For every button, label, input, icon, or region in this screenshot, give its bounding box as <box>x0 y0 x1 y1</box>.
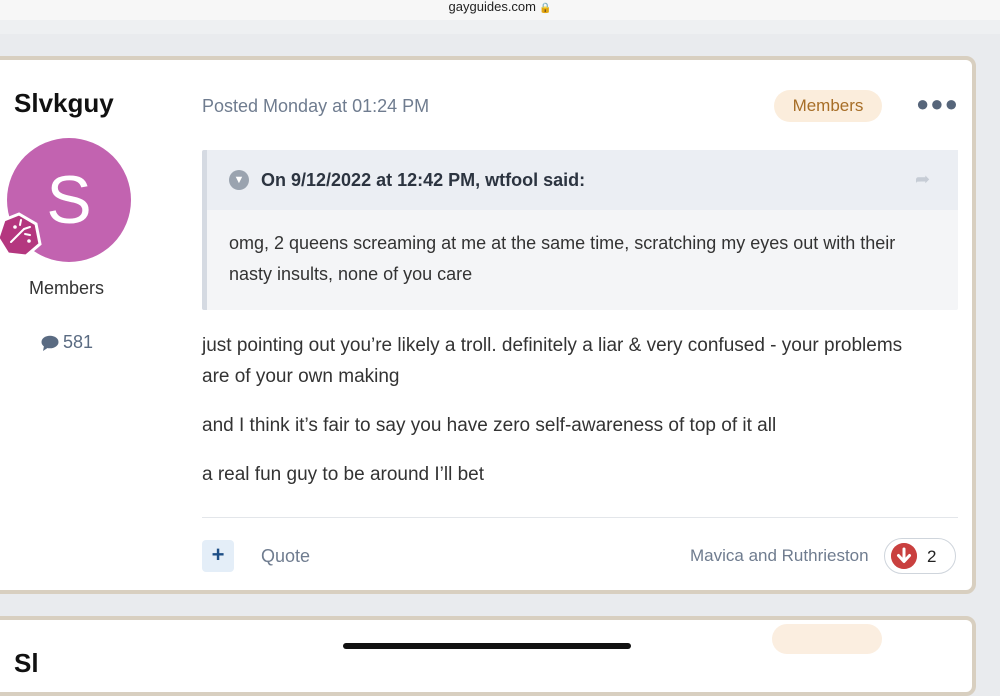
status-badge <box>772 624 882 654</box>
post-content: just pointing out you’re likely a troll.… <box>202 330 922 508</box>
post-author-name[interactable]: Sl <box>14 648 39 679</box>
quote-text: omg, 2 queens screaming at me at the sam… <box>229 233 896 284</box>
multiquote-button[interactable]: + <box>202 540 234 572</box>
post-count[interactable]: 581 <box>41 332 93 353</box>
post-paragraph: a real fun guy to be around I’ll bet <box>202 464 485 485</box>
post-paragraph: just pointing out you’re likely a troll.… <box>202 335 903 387</box>
status-badge: Members <box>774 90 882 122</box>
forum-post: Slvkguy S Members 581 Posted Monday at 0… <box>0 56 976 594</box>
divider <box>202 517 958 518</box>
share-arrow-icon[interactable]: ➦ <box>915 169 930 190</box>
more-options-icon[interactable]: ●●● <box>916 93 959 115</box>
reaction-users[interactable]: Mavica and Ruthrieston <box>690 546 869 566</box>
next-forum-post: Sl <box>0 616 976 696</box>
lock-icon: 🔒 <box>539 3 552 14</box>
reaction-count: 2 <box>927 547 937 566</box>
chevron-down-icon[interactable]: ▼ <box>229 170 249 190</box>
author-group: Members <box>29 278 105 298</box>
post-timestamp[interactable]: Posted Monday at 01:24 PM <box>202 96 429 117</box>
post-paragraph: and I think it’s fair to say you have ze… <box>202 415 777 436</box>
url-text: gayguides.com <box>448 0 536 14</box>
post-count-value: 581 <box>63 332 94 352</box>
quote-button[interactable]: Quote <box>261 546 310 567</box>
rank-badge-icon <box>0 212 42 258</box>
quote-block: ▼ On 9/12/2022 at 12:42 PM, wtfool said:… <box>202 150 958 310</box>
post-author-name[interactable]: Slvkguy <box>14 88 114 119</box>
comment-icon <box>41 335 59 352</box>
quote-citation: On 9/12/2022 at 12:42 PM, wtfool said: <box>261 170 586 190</box>
home-indicator[interactable] <box>343 643 631 649</box>
thumbs-down-arrow-icon <box>891 543 917 569</box>
reaction-button[interactable]: 2 <box>884 538 956 574</box>
browser-url-bar[interactable]: gayguides.com 🔒 <box>0 0 1000 20</box>
quote-header[interactable]: ▼ On 9/12/2022 at 12:42 PM, wtfool said:… <box>207 150 958 210</box>
browser-toolbar-gap <box>0 20 1000 34</box>
